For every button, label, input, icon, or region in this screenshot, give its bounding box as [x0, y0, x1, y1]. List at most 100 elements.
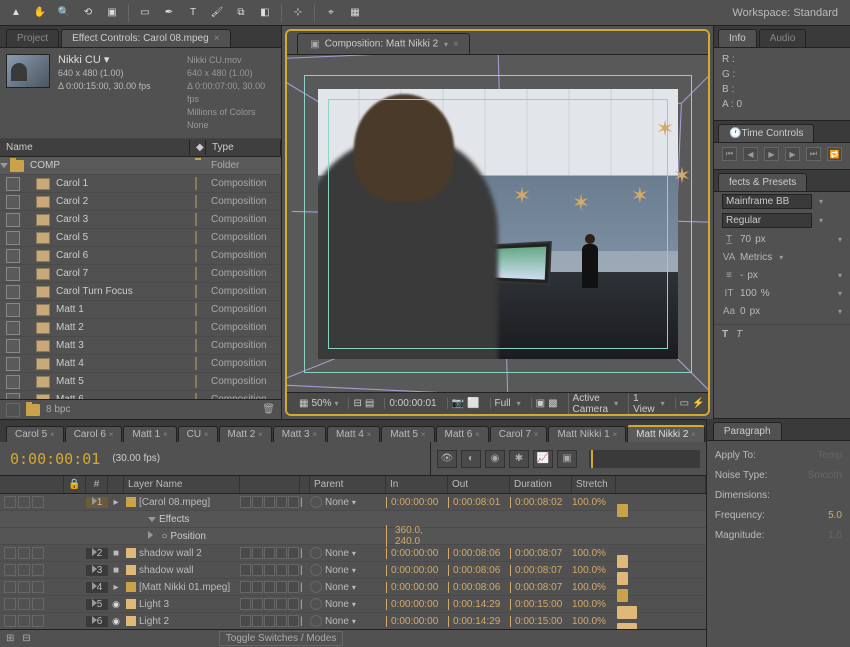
pickwhip-icon[interactable]: [310, 547, 322, 559]
current-time[interactable]: 0:00:00:01: [10, 450, 100, 468]
transparency-icon[interactable]: ▩: [548, 398, 557, 409]
vscale-value[interactable]: 100: [740, 288, 757, 299]
select-checkbox[interactable]: [6, 231, 20, 245]
timecode-display[interactable]: 0:00:00:01: [384, 398, 440, 409]
views-dropdown[interactable]: 1 View: [628, 393, 669, 415]
new-folder-icon[interactable]: [26, 404, 40, 416]
prev-frame-button[interactable]: ◀: [743, 147, 758, 161]
project-item-row[interactable]: Carol 1Composition: [0, 175, 281, 193]
select-checkbox[interactable]: [6, 339, 20, 353]
project-item-row[interactable]: Matt 5Composition: [0, 373, 281, 391]
frequency-value[interactable]: 5.0: [828, 507, 842, 525]
light-gizmo-icon[interactable]: ✶: [572, 190, 590, 216]
project-item-row[interactable]: Carol 6Composition: [0, 247, 281, 265]
bpc-toggle[interactable]: 8 bpc: [46, 404, 70, 415]
hand-tool-icon[interactable]: ✋: [30, 3, 50, 23]
tab-info[interactable]: Info: [718, 29, 757, 47]
light-gizmo-icon[interactable]: ✶: [673, 163, 691, 189]
footage-thumbnail[interactable]: [6, 54, 50, 88]
kerning-dropdown[interactable]: Metrics: [740, 252, 772, 263]
bold-button[interactable]: T: [722, 329, 728, 340]
brainstorm-button[interactable]: ✱: [509, 450, 529, 468]
select-checkbox[interactable]: [6, 321, 20, 335]
alpha-icon[interactable]: ⬜: [467, 398, 479, 409]
select-checkbox[interactable]: [6, 213, 20, 227]
apply-to-value[interactable]: Temp: [818, 447, 842, 465]
tab-audio[interactable]: Audio: [759, 29, 807, 47]
eraser-tool-icon[interactable]: ◧: [255, 3, 275, 23]
expand-icon[interactable]: ⊞: [6, 633, 14, 644]
project-item-row[interactable]: Matt 3Composition: [0, 337, 281, 355]
timeline-layers[interactable]: 1▸[Carol 08.mpeg]|None ▾0:00:00:000:00:0…: [0, 494, 706, 629]
timeline-tab[interactable]: Matt Nikki 1 ×: [548, 426, 626, 442]
tab-project[interactable]: Project: [6, 29, 59, 47]
timeline-tab[interactable]: Matt 3 ×: [273, 426, 326, 442]
magnitude-value[interactable]: 1.0: [828, 527, 842, 545]
snapshot-icon[interactable]: 📷: [452, 398, 464, 409]
rotate-tool-icon[interactable]: ⟲: [78, 3, 98, 23]
timeline-tab[interactable]: CU ×: [178, 426, 218, 442]
light-gizmo-icon[interactable]: ✶: [656, 116, 674, 142]
tab-composition[interactable]: Composition: Matt Nikki 2 ×: [297, 33, 470, 54]
axis-tool-icon[interactable]: ⊹: [288, 3, 308, 23]
timeline-tab[interactable]: Matt 4 ×: [327, 426, 380, 442]
close-icon[interactable]: ×: [453, 39, 459, 50]
layer-property-row[interactable]: ○ Position360.0, 240.0: [0, 528, 706, 545]
project-item-row[interactable]: Carol 5Composition: [0, 229, 281, 247]
play-button[interactable]: ▶: [764, 147, 779, 161]
select-checkbox[interactable]: [6, 177, 20, 191]
timeline-tab[interactable]: Matt 5 ×: [381, 426, 434, 442]
timeline-tab[interactable]: Carol 7 ×: [490, 426, 548, 442]
timeline-tab[interactable]: Matt 6 ×: [436, 426, 489, 442]
layer-row[interactable]: 3■shadow wall|None ▾0:00:00:000:00:08:06…: [0, 562, 706, 579]
zoom-dropdown[interactable]: 50%: [311, 398, 338, 409]
time-ruler[interactable]: [589, 450, 700, 468]
font-style-input[interactable]: [722, 213, 812, 228]
roi-icon[interactable]: ▣: [536, 398, 545, 409]
loop-button[interactable]: 🔁: [827, 147, 842, 161]
col-name[interactable]: Name: [0, 140, 190, 155]
light-gizmo-icon[interactable]: ✶: [513, 183, 531, 209]
project-folder-row[interactable]: COMP Folder: [0, 157, 281, 175]
grid-tool-icon[interactable]: ▦: [345, 3, 365, 23]
resolution-dropdown[interactable]: Full: [490, 398, 525, 409]
frame-blend-button[interactable]: ◐: [461, 450, 481, 468]
close-icon[interactable]: ×: [214, 33, 220, 44]
shy-button[interactable]: 👁: [437, 450, 457, 468]
layer-row[interactable]: 1▸[Carol 08.mpeg]|None ▾0:00:00:000:00:0…: [0, 494, 706, 511]
select-checkbox[interactable]: [6, 375, 20, 389]
layer-row[interactable]: 6Light 2|None ▾0:00:00:000:00:14:290:00:…: [0, 613, 706, 629]
italic-button[interactable]: T: [736, 329, 742, 340]
baseline-value[interactable]: 0: [740, 306, 746, 317]
noise-type-value[interactable]: Smooth: [808, 467, 842, 485]
project-item-row[interactable]: Matt 1Composition: [0, 301, 281, 319]
timeline-tab[interactable]: Matt Nikki 2 ×: [627, 425, 705, 442]
workspace-dropdown[interactable]: Standard: [793, 7, 838, 19]
tab-paragraph[interactable]: Paragraph: [713, 422, 782, 440]
font-size-value[interactable]: 70: [740, 234, 751, 245]
timeline-tab[interactable]: Carol 6 ×: [65, 426, 123, 442]
layer-property-row[interactable]: Effects: [0, 511, 706, 528]
comp-viewport[interactable]: ✶ ✶ ✶ ✶ ✶: [287, 55, 708, 392]
snap-tool-icon[interactable]: ⌖: [321, 3, 341, 23]
pixel-aspect-icon[interactable]: ▭: [680, 398, 689, 409]
tab-time-controls[interactable]: 🕐Time Controls: [718, 124, 814, 142]
layer-row[interactable]: 4▸[Matt Nikki 01.mpeg]|None ▾0:00:00:000…: [0, 579, 706, 596]
camera-tool-icon[interactable]: ▣: [102, 3, 122, 23]
tab-effect-controls[interactable]: Effect Controls: Carol 08.mpeg×: [61, 29, 230, 47]
select-checkbox[interactable]: [6, 267, 20, 281]
select-checkbox[interactable]: [6, 195, 20, 209]
graph-editor-button[interactable]: 📈: [533, 450, 553, 468]
selection-tool-icon[interactable]: ▲: [6, 3, 26, 23]
pickwhip-icon[interactable]: [310, 598, 322, 610]
select-checkbox[interactable]: [6, 285, 20, 299]
project-item-row[interactable]: Matt 4Composition: [0, 355, 281, 373]
trash-icon[interactable]: 🗑: [262, 404, 275, 415]
brush-tool-icon[interactable]: 🖌: [207, 3, 227, 23]
pickwhip-icon[interactable]: [310, 564, 322, 576]
next-frame-button[interactable]: ▶: [785, 147, 800, 161]
select-checkbox[interactable]: [6, 357, 20, 371]
timeline-tab[interactable]: Matt 2 ×: [219, 426, 272, 442]
project-item-row[interactable]: Carol Turn FocusComposition: [0, 283, 281, 301]
project-item-row[interactable]: Matt 2Composition: [0, 319, 281, 337]
